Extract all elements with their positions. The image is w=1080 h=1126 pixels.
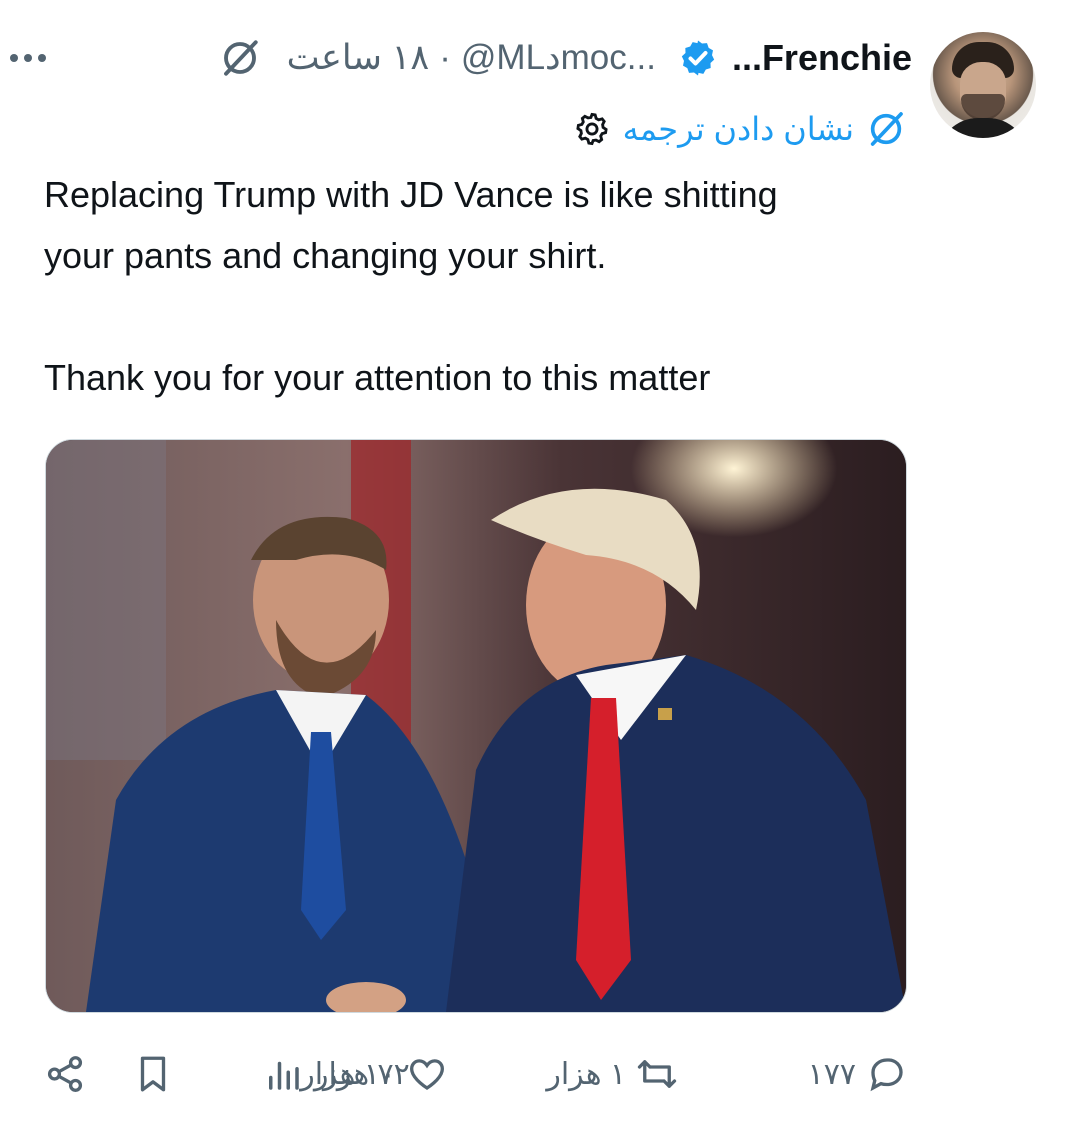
author-avatar[interactable] xyxy=(930,32,1036,138)
author-display-name[interactable]: ...Frenchie xyxy=(732,37,912,79)
tweet-card: ۱۸ ساعت · @MLدmoc... ...Frenchie نشان دا… xyxy=(0,0,1080,1126)
bookmark-button[interactable] xyxy=(132,1046,174,1102)
tweet-text-line: Thank you for your attention to this mat… xyxy=(44,357,711,398)
tweet-media-photo[interactable] xyxy=(45,439,907,1013)
tweet-text-line: your pants and changing your shirt. xyxy=(44,235,607,276)
views-count: ۷۲ هزار xyxy=(314,1057,410,1091)
verified-badge-icon[interactable] xyxy=(678,38,718,78)
grok-icon xyxy=(866,109,906,149)
share-button[interactable] xyxy=(44,1046,86,1102)
views-bar-icon xyxy=(269,1061,299,1090)
heart-icon xyxy=(410,1059,444,1090)
tweet-actions: ۱۷۷ ۱ هزار ۱۰ هزار ۷۲ هزار xyxy=(44,1046,908,1102)
bookmark-icon xyxy=(140,1056,166,1092)
tweet-header: ۱۸ ساعت · @MLدmoc... ...Frenchie xyxy=(44,32,912,84)
tweet-time[interactable]: ۱۸ ساعت xyxy=(287,38,430,78)
tweet-text: Replacing Trump with JD Vance is like sh… xyxy=(44,164,904,408)
grok-icon[interactable] xyxy=(219,37,261,79)
share-icon xyxy=(47,1056,83,1092)
photo-two-men-icon xyxy=(46,440,906,1012)
retweet-button[interactable]: ۱ هزار xyxy=(546,1046,678,1102)
translate-row: نشان دادن ترجمه xyxy=(573,104,906,154)
retweet-icon xyxy=(637,1060,677,1088)
reply-icon xyxy=(870,1058,903,1092)
settings-gear-icon[interactable] xyxy=(573,110,611,148)
more-icon[interactable] xyxy=(6,38,50,78)
tweet-text-line: Replacing Trump with JD Vance is like sh… xyxy=(44,174,778,215)
reply-button[interactable]: ۱۷۷ xyxy=(808,1046,908,1102)
reply-count: ۱۷۷ xyxy=(807,1057,856,1091)
views-button[interactable]: ۷۲ هزار xyxy=(262,1046,410,1102)
author-handle[interactable]: @MLدmoc... xyxy=(461,38,656,78)
retweet-count: ۱ هزار xyxy=(546,1057,626,1091)
meta-separator: · xyxy=(439,38,451,77)
show-translation-link[interactable]: نشان دادن ترجمه xyxy=(623,110,854,148)
